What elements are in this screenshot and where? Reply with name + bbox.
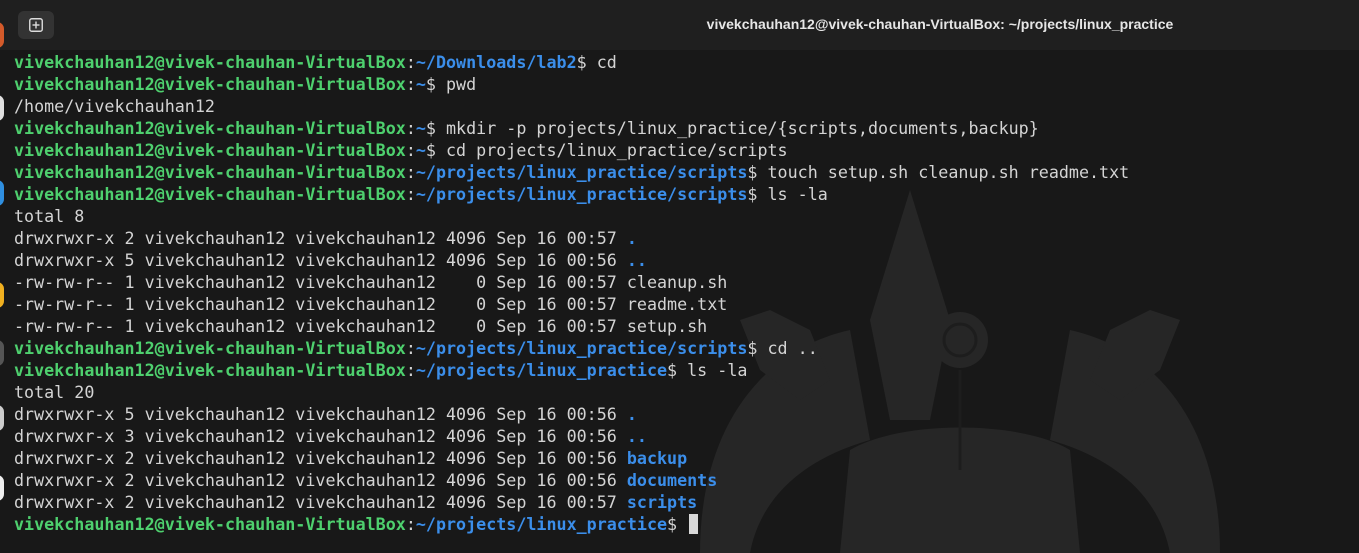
output-line: -rw-rw-r-- 1 vivekchauhan12 vivekchauhan… <box>14 293 1129 315</box>
output-text: drwxrwxr-x 5 vivekchauhan12 vivekchauhan… <box>14 404 627 424</box>
output-text: drwxrwxr-x 3 vivekchauhan12 vivekchauhan… <box>14 426 627 446</box>
prompt-path: ~/projects/linux_practice <box>415 514 668 534</box>
prompt-path: ~ <box>415 118 426 138</box>
prompt-line: vivekchauhan12@vivek-chauhan-VirtualBox:… <box>14 359 1129 381</box>
dock-app-icon[interactable] <box>0 475 4 501</box>
dock-app-icon[interactable] <box>0 340 4 366</box>
dock-edge <box>0 0 6 553</box>
prompt-user-host: vivekchauhan12@vivek-chauhan-VirtualBox <box>14 140 406 160</box>
output-text: drwxrwxr-x 2 vivekchauhan12 vivekchauhan… <box>14 228 627 248</box>
output-line: drwxrwxr-x 2 vivekchauhan12 vivekchauhan… <box>14 447 1129 469</box>
output-line: -rw-rw-r-- 1 vivekchauhan12 vivekchauhan… <box>14 315 1129 337</box>
terminal-output[interactable]: vivekchauhan12@vivek-chauhan-VirtualBox:… <box>14 51 1129 535</box>
output-text: -rw-rw-r-- 1 vivekchauhan12 vivekchauhan… <box>14 316 708 336</box>
prompt-separator: : <box>405 140 416 160</box>
dock-app-icon[interactable] <box>0 22 4 48</box>
prompt-line: vivekchauhan12@vivek-chauhan-VirtualBox:… <box>14 117 1129 139</box>
prompt-separator: : <box>405 118 416 138</box>
prompt-line: vivekchauhan12@vivek-chauhan-VirtualBox:… <box>14 183 1129 205</box>
directory-name: backup <box>626 448 688 468</box>
prompt-separator: : <box>405 52 416 72</box>
command-text: $ mkdir -p projects/linux_practice/{scri… <box>425 118 1039 138</box>
prompt-user-host: vivekchauhan12@vivek-chauhan-VirtualBox <box>14 74 406 94</box>
output-text: -rw-rw-r-- 1 vivekchauhan12 vivekchauhan… <box>14 272 728 292</box>
prompt-user-host: vivekchauhan12@vivek-chauhan-VirtualBox <box>14 184 406 204</box>
command-text: $ cd projects/linux_practice/scripts <box>425 140 788 160</box>
prompt-path: ~ <box>415 140 426 160</box>
prompt-line: vivekchauhan12@vivek-chauhan-VirtualBox:… <box>14 139 1129 161</box>
output-text: total 8 <box>14 206 85 226</box>
prompt-line: vivekchauhan12@vivek-chauhan-VirtualBox:… <box>14 161 1129 183</box>
output-line: drwxrwxr-x 2 vivekchauhan12 vivekchauhan… <box>14 469 1129 491</box>
output-line: drwxrwxr-x 5 vivekchauhan12 vivekchauhan… <box>14 403 1129 425</box>
prompt-path: ~/projects/linux_practice/scripts <box>415 184 748 204</box>
output-line: drwxrwxr-x 5 vivekchauhan12 vivekchauhan… <box>14 249 1129 271</box>
prompt-user-host: vivekchauhan12@vivek-chauhan-VirtualBox <box>14 162 406 182</box>
command-text: $ <box>667 514 688 534</box>
title-bar: vivekchauhan12@vivek-chauhan-VirtualBox:… <box>0 0 1359 50</box>
output-text: drwxrwxr-x 2 vivekchauhan12 vivekchauhan… <box>14 448 627 468</box>
output-text: drwxrwxr-x 2 vivekchauhan12 vivekchauhan… <box>14 492 627 512</box>
prompt-user-host: vivekchauhan12@vivek-chauhan-VirtualBox <box>14 514 406 534</box>
window-title: vivekchauhan12@vivek-chauhan-VirtualBox:… <box>706 16 1174 32</box>
command-text: $ ls -la <box>667 360 748 380</box>
prompt-user-host: vivekchauhan12@vivek-chauhan-VirtualBox <box>14 338 406 358</box>
output-text: drwxrwxr-x 5 vivekchauhan12 vivekchauhan… <box>14 250 627 270</box>
output-line: drwxrwxr-x 2 vivekchauhan12 vivekchauhan… <box>14 491 1129 513</box>
prompt-line: vivekchauhan12@vivek-chauhan-VirtualBox:… <box>14 337 1129 359</box>
command-text: $ cd .. <box>747 338 818 358</box>
output-text: total 20 <box>14 382 95 402</box>
prompt-path: ~/Downloads/lab2 <box>415 52 577 72</box>
prompt-user-host: vivekchauhan12@vivek-chauhan-VirtualBox <box>14 52 406 72</box>
new-tab-icon <box>29 18 43 32</box>
dock-app-icon[interactable] <box>0 95 4 121</box>
prompt-path: ~/projects/linux_practice/scripts <box>415 162 748 182</box>
output-text: drwxrwxr-x 2 vivekchauhan12 vivekchauhan… <box>14 470 627 490</box>
prompt-user-host: vivekchauhan12@vivek-chauhan-VirtualBox <box>14 360 406 380</box>
prompt-separator: : <box>405 184 416 204</box>
output-line: /home/vivekchauhan12 <box>14 95 1129 117</box>
prompt-separator: : <box>405 162 416 182</box>
prompt-line: vivekchauhan12@vivek-chauhan-VirtualBox:… <box>14 513 1129 535</box>
directory-name: .. <box>626 250 647 270</box>
dock-app-icon[interactable] <box>0 282 4 308</box>
prompt-path: ~/projects/linux_practice <box>415 360 668 380</box>
output-line: drwxrwxr-x 3 vivekchauhan12 vivekchauhan… <box>14 425 1129 447</box>
directory-name: documents <box>626 470 718 490</box>
prompt-line: vivekchauhan12@vivek-chauhan-VirtualBox:… <box>14 73 1129 95</box>
dock-app-icon[interactable] <box>0 405 4 431</box>
prompt-user-host: vivekchauhan12@vivek-chauhan-VirtualBox <box>14 118 406 138</box>
output-line: total 20 <box>14 381 1129 403</box>
directory-name: . <box>626 228 637 248</box>
output-text: /home/vivekchauhan12 <box>14 96 215 116</box>
terminal-window: vivekchauhan12@vivek-chauhan-VirtualBox:… <box>0 0 1359 553</box>
output-line: drwxrwxr-x 2 vivekchauhan12 vivekchauhan… <box>14 227 1129 249</box>
prompt-separator: : <box>405 338 416 358</box>
prompt-path: ~ <box>415 74 426 94</box>
prompt-line: vivekchauhan12@vivek-chauhan-VirtualBox:… <box>14 51 1129 73</box>
new-tab-button[interactable] <box>18 11 54 39</box>
output-line: -rw-rw-r-- 1 vivekchauhan12 vivekchauhan… <box>14 271 1129 293</box>
command-text: $ touch setup.sh cleanup.sh readme.txt <box>747 162 1130 182</box>
directory-name: .. <box>626 426 647 446</box>
prompt-separator: : <box>405 74 416 94</box>
prompt-separator: : <box>405 360 416 380</box>
text-cursor[interactable] <box>689 514 699 534</box>
output-text: -rw-rw-r-- 1 vivekchauhan12 vivekchauhan… <box>14 294 728 314</box>
prompt-separator: : <box>405 514 416 534</box>
prompt-path: ~/projects/linux_practice/scripts <box>415 338 748 358</box>
directory-name: . <box>626 404 637 424</box>
dock-app-icon[interactable] <box>0 180 4 206</box>
command-text: $ cd <box>576 52 617 72</box>
command-text: $ ls -la <box>747 184 828 204</box>
command-text: $ pwd <box>425 74 477 94</box>
output-line: total 8 <box>14 205 1129 227</box>
directory-name: scripts <box>626 492 698 512</box>
